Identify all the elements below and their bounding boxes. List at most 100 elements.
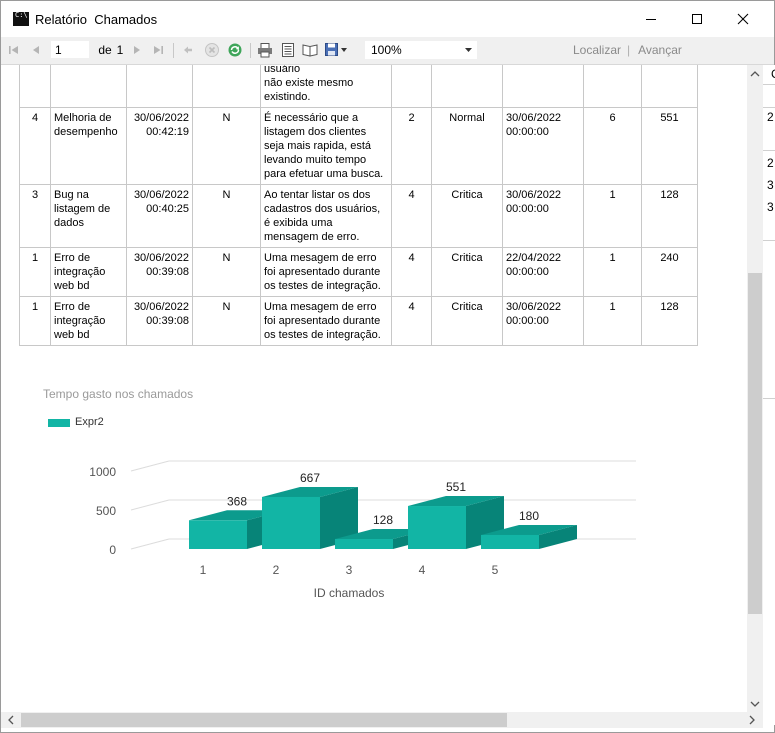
- printer-icon: [258, 43, 272, 58]
- severity-cell: Critica: [431, 296, 503, 346]
- window-title: Relatório Chamados: [35, 12, 158, 27]
- refresh-icon: [228, 43, 242, 57]
- severity-cell: Critica: [431, 247, 503, 297]
- stop-icon: [205, 43, 219, 57]
- horizontal-scroll-thumb[interactable]: [21, 713, 507, 727]
- of-label: de: [98, 43, 112, 57]
- time-spent-cell: 240: [641, 247, 698, 297]
- scroll-right-icon[interactable]: [745, 712, 759, 728]
- page-number-input[interactable]: [51, 41, 89, 58]
- minimize-icon: [646, 19, 656, 20]
- next-button[interactable]: Avançar: [633, 41, 687, 59]
- partial-description-line: informando que o usuário: [264, 65, 301, 75]
- time-value: 00:42:19: [146, 126, 189, 138]
- find-button[interactable]: Localizar: [567, 41, 627, 59]
- description-cell: Uma mesagem de erro foi apresentado dura…: [260, 296, 392, 346]
- next-page-icon: [134, 46, 140, 54]
- title-cell: Erro de integração web bd: [50, 296, 127, 346]
- back-button[interactable]: [181, 41, 195, 59]
- find-next-separator: |: [627, 43, 631, 57]
- count-cell: 1: [583, 184, 642, 248]
- print-button[interactable]: [256, 41, 274, 59]
- date-value: 30/06/2022: [133, 252, 189, 264]
- deadline-date: 22/04/2022: [506, 252, 562, 264]
- time-spent-cell: 551: [641, 107, 698, 185]
- title-cell: Erro de integração web bd: [50, 247, 127, 297]
- title-bar[interactable]: C:\ Relatório Chamados: [1, 1, 774, 37]
- next-page-button[interactable]: [130, 41, 144, 59]
- flag-cell: N: [192, 296, 261, 346]
- back-arrow-icon: [184, 46, 192, 54]
- print-layout-button[interactable]: [279, 41, 297, 59]
- table-row: informando que o usuário não existe mesm…: [19, 65, 698, 108]
- report-toolbar: de 1 100%: [1, 37, 774, 65]
- time-value: 00:40:25: [146, 203, 189, 215]
- last-page-icon: [154, 46, 163, 54]
- count-cell: 1: [583, 247, 642, 297]
- table-row: 4 Melhoria de desempenho 30/06/2022 00:42…: [19, 107, 698, 185]
- report-window: C:\ Relatório Chamados de 1: [0, 0, 775, 733]
- scroll-up-icon[interactable]: [747, 67, 763, 81]
- last-page-button[interactable]: [151, 41, 165, 59]
- chevron-down-icon: [465, 48, 472, 52]
- vertical-scroll-thumb[interactable]: [748, 273, 762, 614]
- legend-label: Expr2: [75, 416, 104, 428]
- previous-page-button[interactable]: [29, 41, 43, 59]
- report-table: informando que o usuário não existe mesm…: [19, 65, 698, 346]
- legend-swatch: [48, 419, 70, 427]
- close-button[interactable]: [720, 1, 766, 37]
- zoom-select[interactable]: 100%: [365, 41, 477, 59]
- toolbar-separator: [250, 43, 251, 58]
- time-value: 00:39:08: [146, 315, 189, 327]
- deadline-time: 00:00:00: [506, 315, 549, 327]
- maximize-icon: [692, 14, 702, 24]
- stop-button[interactable]: [204, 41, 220, 59]
- deadline-time: 00:00:00: [506, 266, 549, 278]
- background-text: 2: [767, 110, 774, 124]
- table-row: 1 Erro de integração web bd 30/06/2022 00…: [19, 296, 698, 346]
- book-icon: [302, 44, 318, 57]
- title-cell: Melhoria de desempenho: [50, 107, 127, 185]
- title-cell: Bug na listagem de dados: [50, 184, 127, 248]
- previous-page-icon: [33, 46, 39, 54]
- partial-description-line: existindo.: [264, 91, 311, 103]
- vertical-scrollbar[interactable]: [747, 65, 763, 712]
- refresh-button[interactable]: [227, 41, 243, 59]
- zoom-value: 100%: [371, 43, 402, 57]
- flag-cell: N: [192, 107, 261, 185]
- date-value: 30/06/2022: [133, 301, 189, 313]
- priority-cell: 1: [19, 296, 51, 346]
- page-setup-button[interactable]: [301, 41, 319, 59]
- chart-title: Tempo gasto nos chamados: [43, 387, 194, 401]
- level-cell: 4: [391, 247, 432, 297]
- deadline-date: 30/06/2022: [506, 189, 562, 201]
- flag-cell: N: [192, 247, 261, 297]
- severity-cell: Normal: [431, 107, 503, 185]
- first-page-button[interactable]: [7, 41, 21, 59]
- partial-description-line: não existe mesmo: [264, 77, 354, 89]
- description-cell: Ao tentar listar os dos cadastros dos us…: [260, 184, 392, 248]
- deadline-time: 00:00:00: [506, 126, 549, 138]
- date-value: 30/06/2022: [133, 189, 189, 201]
- time-spent-cell: 128: [641, 184, 698, 248]
- export-button[interactable]: [324, 41, 350, 59]
- severity-cell: Critica: [431, 184, 503, 248]
- date-value: 30/06/2022: [133, 112, 189, 124]
- background-text: 3: [767, 200, 774, 214]
- scroll-left-icon[interactable]: [4, 712, 18, 728]
- count-cell: 6: [583, 107, 642, 185]
- level-cell: 2: [391, 107, 432, 185]
- maximize-button[interactable]: [674, 1, 720, 37]
- deadline-date: 30/06/2022: [506, 301, 562, 313]
- level-cell: 4: [391, 184, 432, 248]
- close-icon: [737, 13, 749, 25]
- minimize-button[interactable]: [628, 1, 674, 37]
- priority-cell: 1: [19, 247, 51, 297]
- flag-cell: N: [192, 184, 261, 248]
- first-page-icon: [9, 46, 18, 54]
- time-value: 00:39:08: [146, 266, 189, 278]
- background-text: 2: [767, 156, 774, 170]
- scroll-down-icon[interactable]: [747, 697, 763, 711]
- horizontal-scrollbar[interactable]: [1, 712, 763, 728]
- level-cell: 4: [391, 296, 432, 346]
